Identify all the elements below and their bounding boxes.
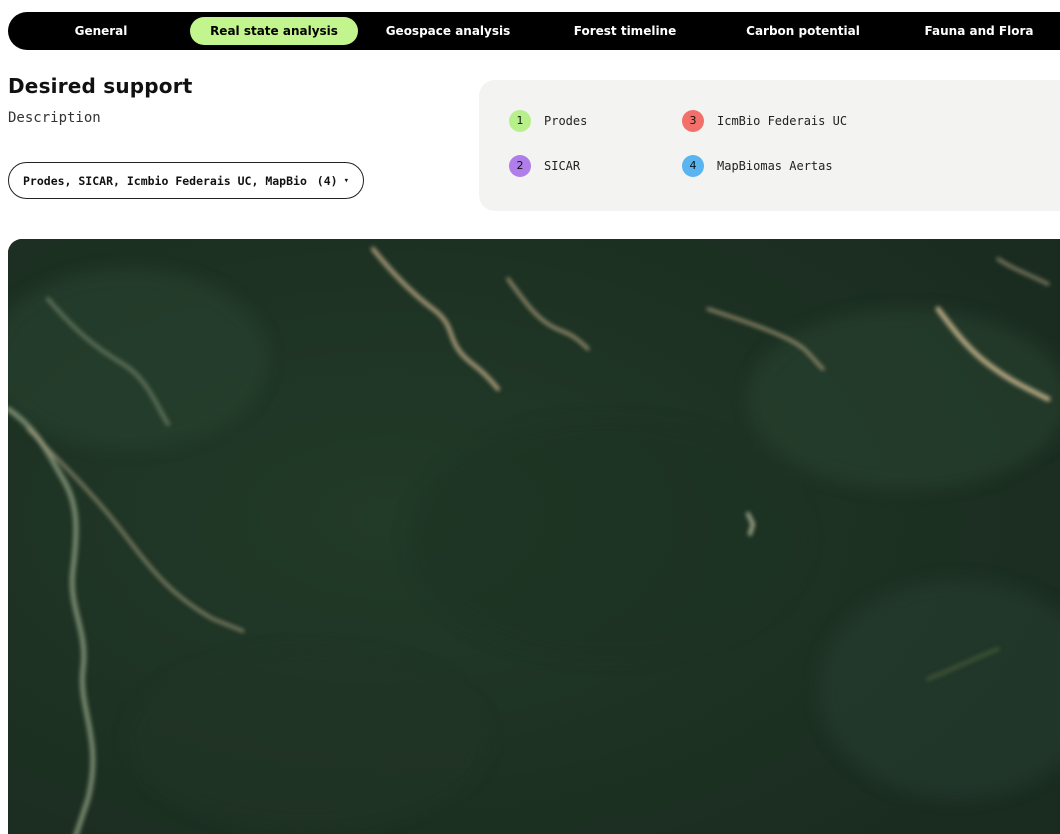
legend-item-mapbiomas-aertas: 4 MapBiomas Aertas [682,155,833,177]
layer-select-count: (4) [316,173,338,188]
satellite-imagery [8,239,1060,834]
legend-label-icmbio-federais-uc: IcmBio Federais UC [717,114,848,128]
legend-item-icmbio-federais-uc: 3 IcmBio Federais UC [682,110,847,132]
top-nav: General Real state analysis Geospace ana… [8,12,1060,50]
layer-select-value: Prodes, SICAR, Icmbio Federais UC, MapBi… [23,173,309,188]
section-description: Description [8,110,101,126]
legend-item-sicar: 2 SICAR [509,155,580,177]
legend-item-prodes: 1 Prodes [509,110,587,132]
section-title: Desired support [8,74,193,98]
tab-fauna-and-flora[interactable]: Fauna and Flora [894,17,1060,45]
tab-forest-timeline[interactable]: Forest timeline [538,17,712,45]
legend-badge-2: 2 [509,155,531,177]
legend-badge-1: 1 [509,110,531,132]
legend-label-prodes: Prodes [544,114,588,128]
tab-geospace-analysis[interactable]: Geospace analysis [358,17,538,45]
legend-badge-3: 3 [682,110,704,132]
satellite-map[interactable] [8,239,1060,834]
chevron-down-icon: ▾ [343,175,349,186]
legend-badge-4: 4 [682,155,704,177]
legend-label-sicar: SICAR [544,159,581,173]
tab-real-state-analysis[interactable]: Real state analysis [190,17,358,45]
layer-select-dropdown[interactable]: Prodes, SICAR, Icmbio Federais UC, MapBi… [8,162,364,199]
legend-label-mapbiomas-aertas: MapBiomas Aertas [717,159,833,173]
tab-carbon-potential[interactable]: Carbon potential [712,17,894,45]
real-state-analysis-page: General Real state analysis Geospace ana… [0,0,1060,834]
tab-general[interactable]: General [12,17,190,45]
layers-legend: 1 Prodes 2 SICAR 3 IcmBio Federais UC 4 … [479,80,1060,211]
